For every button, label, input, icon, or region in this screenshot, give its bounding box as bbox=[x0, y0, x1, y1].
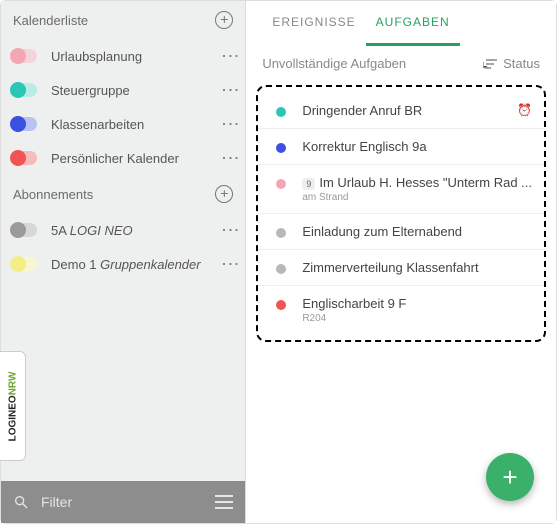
calendar-item[interactable]: Demo 1 Gruppenkalender⋮ bbox=[1, 247, 245, 281]
task-title: Dringender Anruf BR bbox=[302, 103, 511, 118]
task-color-dot bbox=[276, 179, 286, 189]
tasks-subheader: Unvollständige Aufgaben Status bbox=[246, 46, 556, 81]
task-row[interactable]: Einladung zum Elternabend bbox=[258, 213, 544, 249]
subscriptions-header: Abonnements + bbox=[1, 175, 245, 213]
task-row[interactable]: Zimmerverteilung Klassenfahrt bbox=[258, 249, 544, 285]
calendar-label: Klassenarbeiten bbox=[51, 117, 226, 132]
calendar-label: 5A LOGI NEO bbox=[51, 223, 226, 238]
task-color-dot bbox=[276, 107, 286, 117]
calendar-item[interactable]: Steuergruppe⋮ bbox=[1, 73, 245, 107]
calendar-item[interactable]: Urlaubsplanung⋮ bbox=[1, 39, 245, 73]
task-color-dot bbox=[276, 143, 286, 153]
task-row[interactable]: Dringender Anruf BR ⏰ bbox=[258, 93, 544, 128]
calendar-item[interactable]: Klassenarbeiten⋮ bbox=[1, 107, 245, 141]
tab-events[interactable]: EREIGNISSE bbox=[262, 1, 365, 46]
brand-tab[interactable]: LOGINEONRW bbox=[0, 351, 26, 461]
sidebar: Kalenderliste + Urlaubsplanung⋮Steuergru… bbox=[1, 1, 246, 523]
task-badge: 9 bbox=[302, 178, 315, 190]
task-row[interactable]: Englischarbeit 9 F R204 bbox=[258, 285, 544, 334]
calendar-menu-icon[interactable]: ⋮ bbox=[226, 81, 233, 99]
calendar-menu-icon[interactable]: ⋮ bbox=[226, 221, 233, 239]
task-title: Einladung zum Elternabend bbox=[302, 224, 532, 239]
task-color-dot bbox=[276, 300, 286, 310]
calendar-toggle[interactable] bbox=[13, 151, 37, 165]
task-color-dot bbox=[276, 264, 286, 274]
task-title: Zimmerverteilung Klassenfahrt bbox=[302, 260, 532, 275]
main-panel: EREIGNISSE AUFGABEN Unvollständige Aufga… bbox=[246, 1, 556, 523]
calendar-menu-icon[interactable]: ⋮ bbox=[226, 115, 233, 133]
calendars-header: Kalenderliste + bbox=[1, 1, 245, 39]
task-list: Dringender Anruf BR ⏰ Korrektur Englisch 9… bbox=[256, 85, 546, 342]
calendar-toggle[interactable] bbox=[13, 83, 37, 97]
task-row[interactable]: 9Im Urlaub H. Hesses "Unterm Rad ... am S… bbox=[258, 164, 544, 213]
add-calendar-icon[interactable]: + bbox=[215, 11, 233, 29]
calendars-title: Kalenderliste bbox=[13, 13, 215, 28]
calendar-menu-icon[interactable]: ⋮ bbox=[226, 255, 233, 273]
calendar-label: Urlaubsplanung bbox=[51, 49, 226, 64]
task-title: Korrektur Englisch 9a bbox=[302, 139, 532, 154]
incomplete-tasks-label: Unvollständige Aufgaben bbox=[262, 56, 483, 71]
task-subtitle: R204 bbox=[302, 313, 532, 324]
tabs: EREIGNISSE AUFGABEN bbox=[246, 1, 556, 46]
filter-label: Filter bbox=[41, 494, 215, 510]
calendar-toggle[interactable] bbox=[13, 49, 37, 63]
task-row[interactable]: Korrektur Englisch 9a bbox=[258, 128, 544, 164]
calendar-label: Steuergruppe bbox=[51, 83, 226, 98]
filter-menu-icon[interactable] bbox=[215, 495, 233, 509]
calendar-menu-icon[interactable]: ⋮ bbox=[226, 149, 233, 167]
calendar-item[interactable]: Persönlicher Kalender⋮ bbox=[1, 141, 245, 175]
calendar-toggle[interactable] bbox=[13, 117, 37, 131]
task-subtitle: am Strand bbox=[302, 192, 532, 203]
tab-tasks[interactable]: AUFGABEN bbox=[366, 1, 460, 46]
calendar-item[interactable]: 5A LOGI NEO⋮ bbox=[1, 213, 245, 247]
add-subscription-icon[interactable]: + bbox=[215, 185, 233, 203]
filter-bar[interactable]: Filter bbox=[1, 481, 245, 523]
add-task-button[interactable]: + bbox=[486, 453, 534, 501]
subscriptions-title: Abonnements bbox=[13, 187, 215, 202]
task-color-dot bbox=[276, 228, 286, 238]
calendar-label: Persönlicher Kalender bbox=[51, 151, 226, 166]
search-icon bbox=[13, 494, 29, 510]
calendar-toggle[interactable] bbox=[13, 223, 37, 237]
calendar-label: Demo 1 Gruppenkalender bbox=[51, 257, 226, 272]
sort-icon[interactable] bbox=[483, 58, 497, 70]
calendar-toggle[interactable] bbox=[13, 257, 37, 271]
task-title: 9Im Urlaub H. Hesses "Unterm Rad ... bbox=[302, 175, 532, 190]
status-label[interactable]: Status bbox=[503, 56, 540, 71]
alarm-icon: ⏰ bbox=[517, 103, 532, 117]
calendar-menu-icon[interactable]: ⋮ bbox=[226, 47, 233, 65]
task-title: Englischarbeit 9 F bbox=[302, 296, 532, 311]
